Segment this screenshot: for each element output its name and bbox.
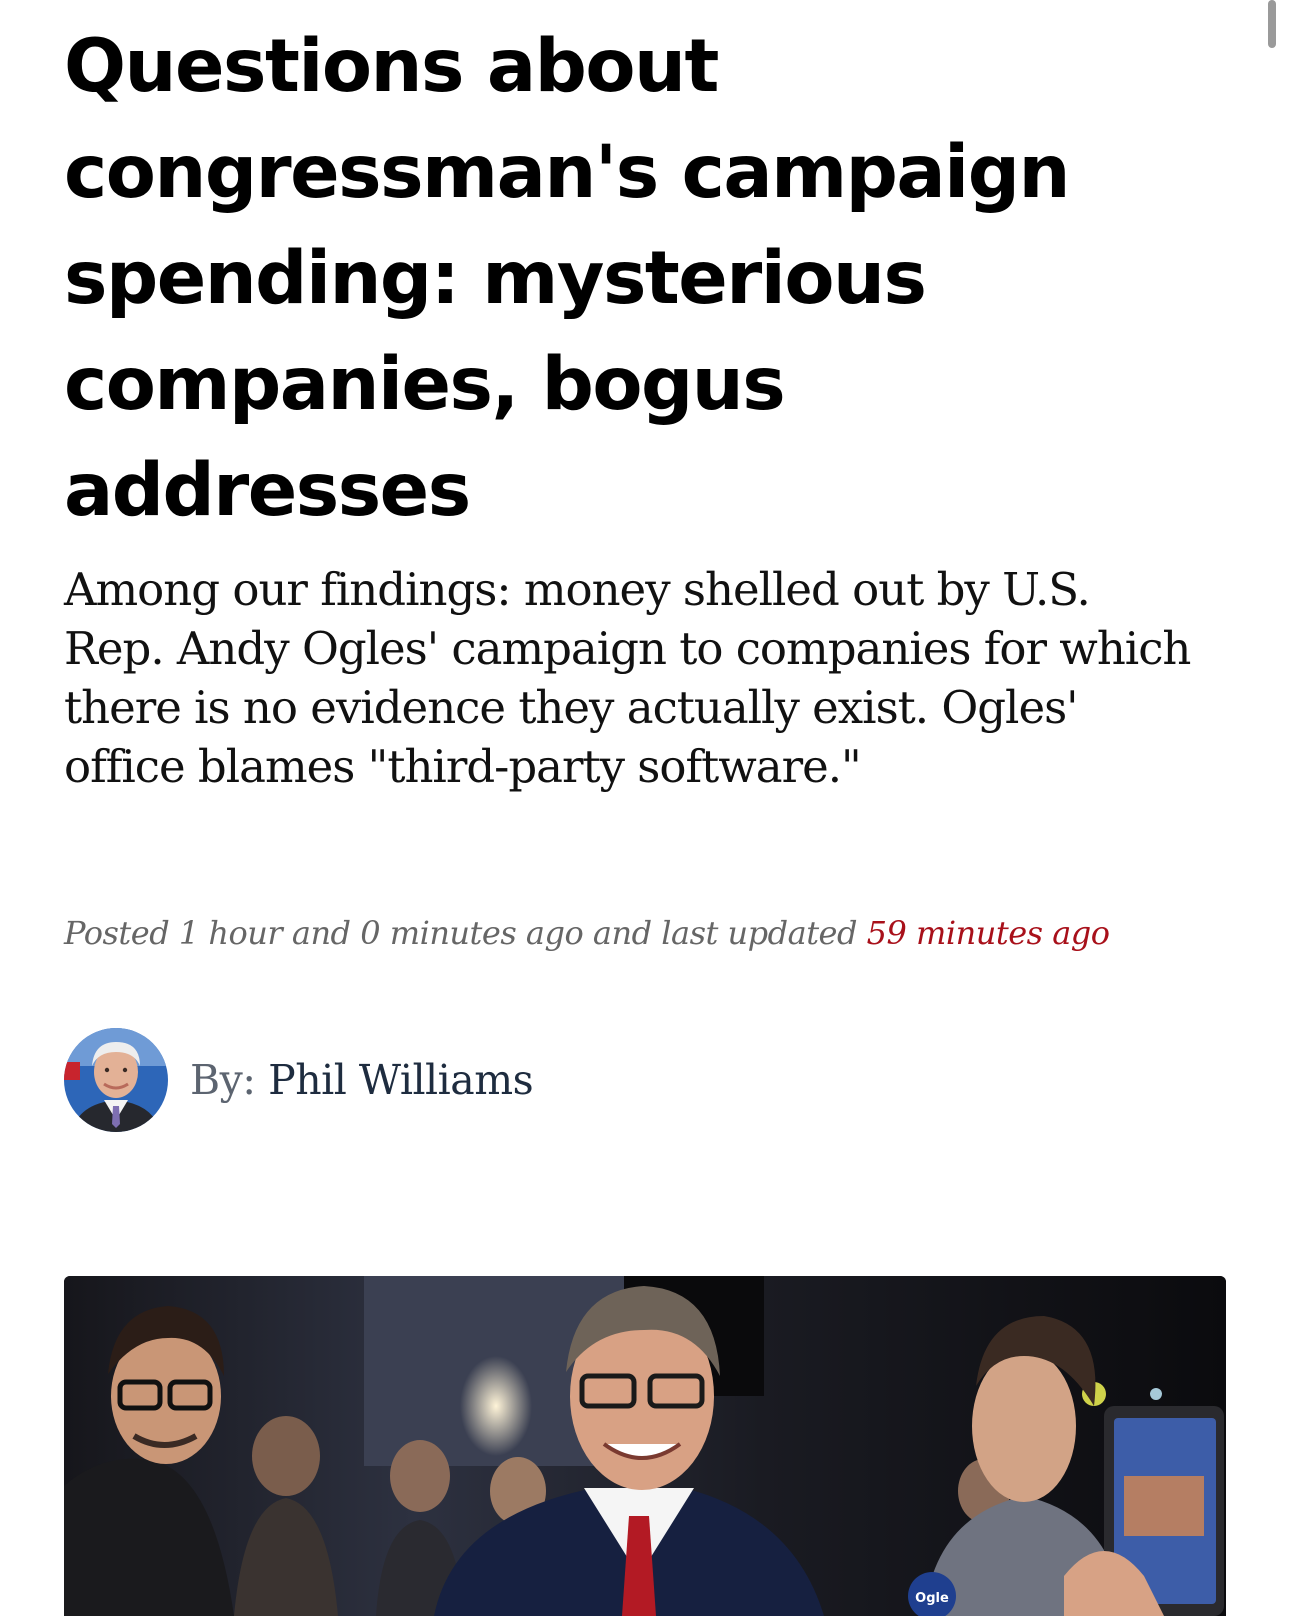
article: Questions about congressman's campaign s… xyxy=(64,0,1224,1132)
hero-image[interactable]: Ogle xyxy=(64,1276,1226,1616)
updated-prefix: and last updated xyxy=(592,914,858,952)
article-headline: Questions about congressman's campaign s… xyxy=(64,24,1070,533)
author-photo-icon xyxy=(64,1028,168,1132)
author-name-link[interactable]: Phil Williams xyxy=(268,1056,534,1104)
author-avatar[interactable] xyxy=(64,1028,168,1132)
byline-prefix: By: xyxy=(190,1056,256,1104)
campaign-button-text: Ogle xyxy=(915,1591,949,1606)
news-photo-icon: Ogle xyxy=(64,1276,1226,1616)
scrollbar-thumb[interactable] xyxy=(1268,0,1276,48)
byline-text: By: Phil Williams xyxy=(190,1056,534,1104)
article-dek: Among our findings: money shelled out by… xyxy=(64,563,1191,793)
byline: By: Phil Williams xyxy=(64,1028,1224,1132)
posted-time: 1 hour and 0 minutes ago xyxy=(178,914,584,952)
article-timestamp: Posted 1 hour and 0 minutes ago and last… xyxy=(64,914,1224,952)
updated-time: 59 minutes ago xyxy=(866,914,1110,952)
posted-prefix: Posted xyxy=(64,914,170,952)
